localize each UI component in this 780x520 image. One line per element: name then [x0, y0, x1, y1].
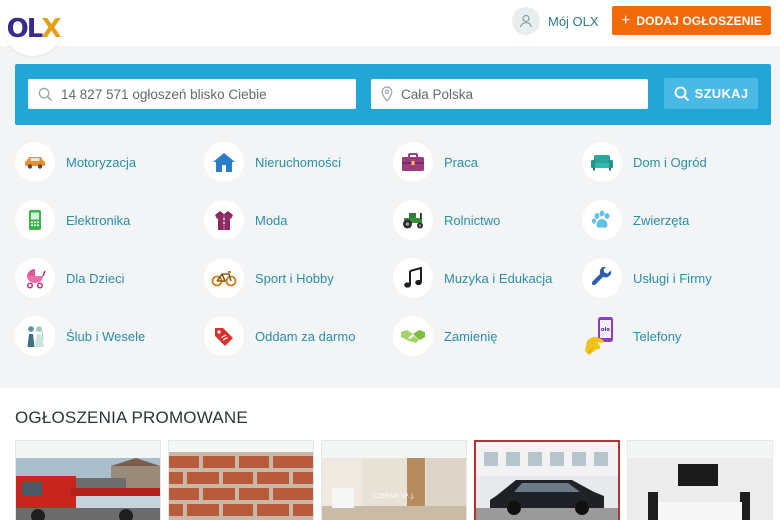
promoted-card[interactable]: [168, 440, 314, 520]
category-grid: Motoryzacja Nieruchomości Praca Dom i Og…: [0, 125, 780, 388]
jacket-icon: [204, 200, 244, 240]
category-praca[interactable]: Praca: [393, 141, 478, 183]
category-dla-dzieci[interactable]: Dla Dzieci: [15, 257, 125, 299]
category-label: Telefony: [633, 328, 682, 344]
category-label: Dom i Ogród: [633, 154, 707, 170]
tractor-icon: [393, 200, 433, 240]
category-elektronika[interactable]: Elektronika: [15, 199, 130, 241]
search-button[interactable]: SZUKAJ: [664, 78, 758, 109]
category-label: Oddam za darmo: [255, 328, 356, 344]
user-icon: [512, 7, 540, 35]
category-label: Zamienię: [444, 328, 498, 344]
plus-icon: +: [620, 11, 631, 29]
promoted-card[interactable]: CZERSKI SP. J.: [321, 440, 467, 520]
category-rolnictwo[interactable]: Rolnictwo: [393, 199, 500, 241]
handshake-icon: [393, 316, 433, 356]
promoted-card[interactable]: [627, 440, 773, 520]
category-label: Sport i Hobby: [255, 270, 334, 286]
room-interior-photo: CZERSKI SP. J.: [322, 458, 466, 520]
phone-icon: [15, 200, 55, 240]
living-room-tv-photo: [628, 458, 772, 520]
category-dom-i-ogrod[interactable]: Dom i Ogród: [582, 141, 707, 183]
category-label: Dla Dzieci: [66, 270, 125, 286]
add-listing-button[interactable]: + DODAJ OGŁOSZENIE: [612, 6, 771, 35]
search-icon: [38, 87, 53, 101]
category-label: Rolnictwo: [444, 212, 501, 228]
search-bar: 14 827 571 ogłoszeń blisko Ciebie Cała P…: [15, 64, 771, 125]
top-header: OLX Mój OLX + DODAJ OGŁOSZENIE: [0, 0, 780, 56]
category-label: Moda: [255, 212, 288, 228]
category-moda[interactable]: Moda: [204, 199, 288, 241]
car-icon: [15, 142, 55, 182]
my-olx-label: Mój OLX: [548, 13, 599, 29]
category-telefony[interactable]: olx Telefony: [582, 315, 681, 357]
watermark-text: CZERSKI SP. J.: [373, 493, 415, 500]
price-tag-icon: [204, 316, 244, 356]
category-slub-i-wesele[interactable]: Ślub i Wesele: [15, 315, 145, 357]
category-label: Elektronika: [66, 212, 131, 228]
tow-truck-photo: [16, 458, 160, 520]
category-motoryzacja[interactable]: Motoryzacja: [15, 141, 136, 183]
paw-icon: [582, 200, 622, 240]
category-label: Ślub i Wesele: [66, 328, 146, 344]
brick-wall-photo: [169, 452, 313, 520]
briefcase-icon: [393, 142, 433, 182]
black-car-photo: [476, 448, 618, 520]
category-label: Praca: [444, 154, 478, 170]
stroller-icon: [15, 258, 55, 298]
sofa-icon: [582, 142, 622, 182]
bicycle-icon: [204, 258, 244, 298]
category-zwierzeta[interactable]: Zwierzęta: [582, 199, 689, 241]
house-icon: [204, 142, 244, 182]
location-placeholder: Cała Polska: [401, 86, 474, 102]
category-uslugi-i-firmy[interactable]: Usługi i Firmy: [582, 257, 712, 299]
search-input[interactable]: 14 827 571 ogłoszeń blisko Ciebie: [28, 79, 356, 109]
promoted-card-highlighted[interactable]: [474, 440, 620, 520]
category-zamienie[interactable]: Zamienię: [393, 315, 497, 357]
search-icon: [674, 86, 689, 101]
category-muzyka-i-edukacja[interactable]: Muzyka i Edukacja: [393, 257, 552, 299]
search-placeholder: 14 827 571 ogłoszeń blisko Ciebie: [61, 86, 267, 102]
category-sport-i-hobby[interactable]: Sport i Hobby: [204, 257, 334, 299]
svg-text:olx: olx: [601, 327, 611, 333]
category-label: Zwierzęta: [633, 212, 690, 228]
logo-text: OLX: [6, 14, 62, 44]
olx-logo[interactable]: OLX: [4, 2, 62, 56]
search-button-label: SZUKAJ: [694, 86, 749, 101]
smartphone-hand-icon: olx: [582, 316, 622, 356]
music-note-icon: [393, 258, 433, 298]
category-nieruchomosci[interactable]: Nieruchomości: [204, 141, 341, 183]
category-label: Nieruchomości: [255, 154, 341, 170]
promoted-card[interactable]: [15, 440, 161, 520]
category-label: Motoryzacja: [66, 154, 137, 170]
location-input[interactable]: Cała Polska: [371, 79, 648, 109]
promoted-title: OGŁOSZENIA PROMOWANE: [15, 408, 248, 427]
location-pin-icon: [381, 86, 393, 102]
my-olx-link[interactable]: Mój OLX: [512, 7, 599, 35]
category-label: Muzyka i Edukacja: [444, 270, 553, 286]
category-label: Usługi i Firmy: [633, 270, 712, 286]
wrench-icon: [582, 258, 622, 298]
promoted-section: OGŁOSZENIA PROMOWANE CZERSKI SP. J.: [0, 388, 780, 520]
add-listing-label: DODAJ OGŁOSZENIE: [636, 13, 763, 28]
category-oddam-za-darmo[interactable]: Oddam za darmo: [204, 315, 355, 357]
wedding-couple-icon: [15, 316, 55, 356]
